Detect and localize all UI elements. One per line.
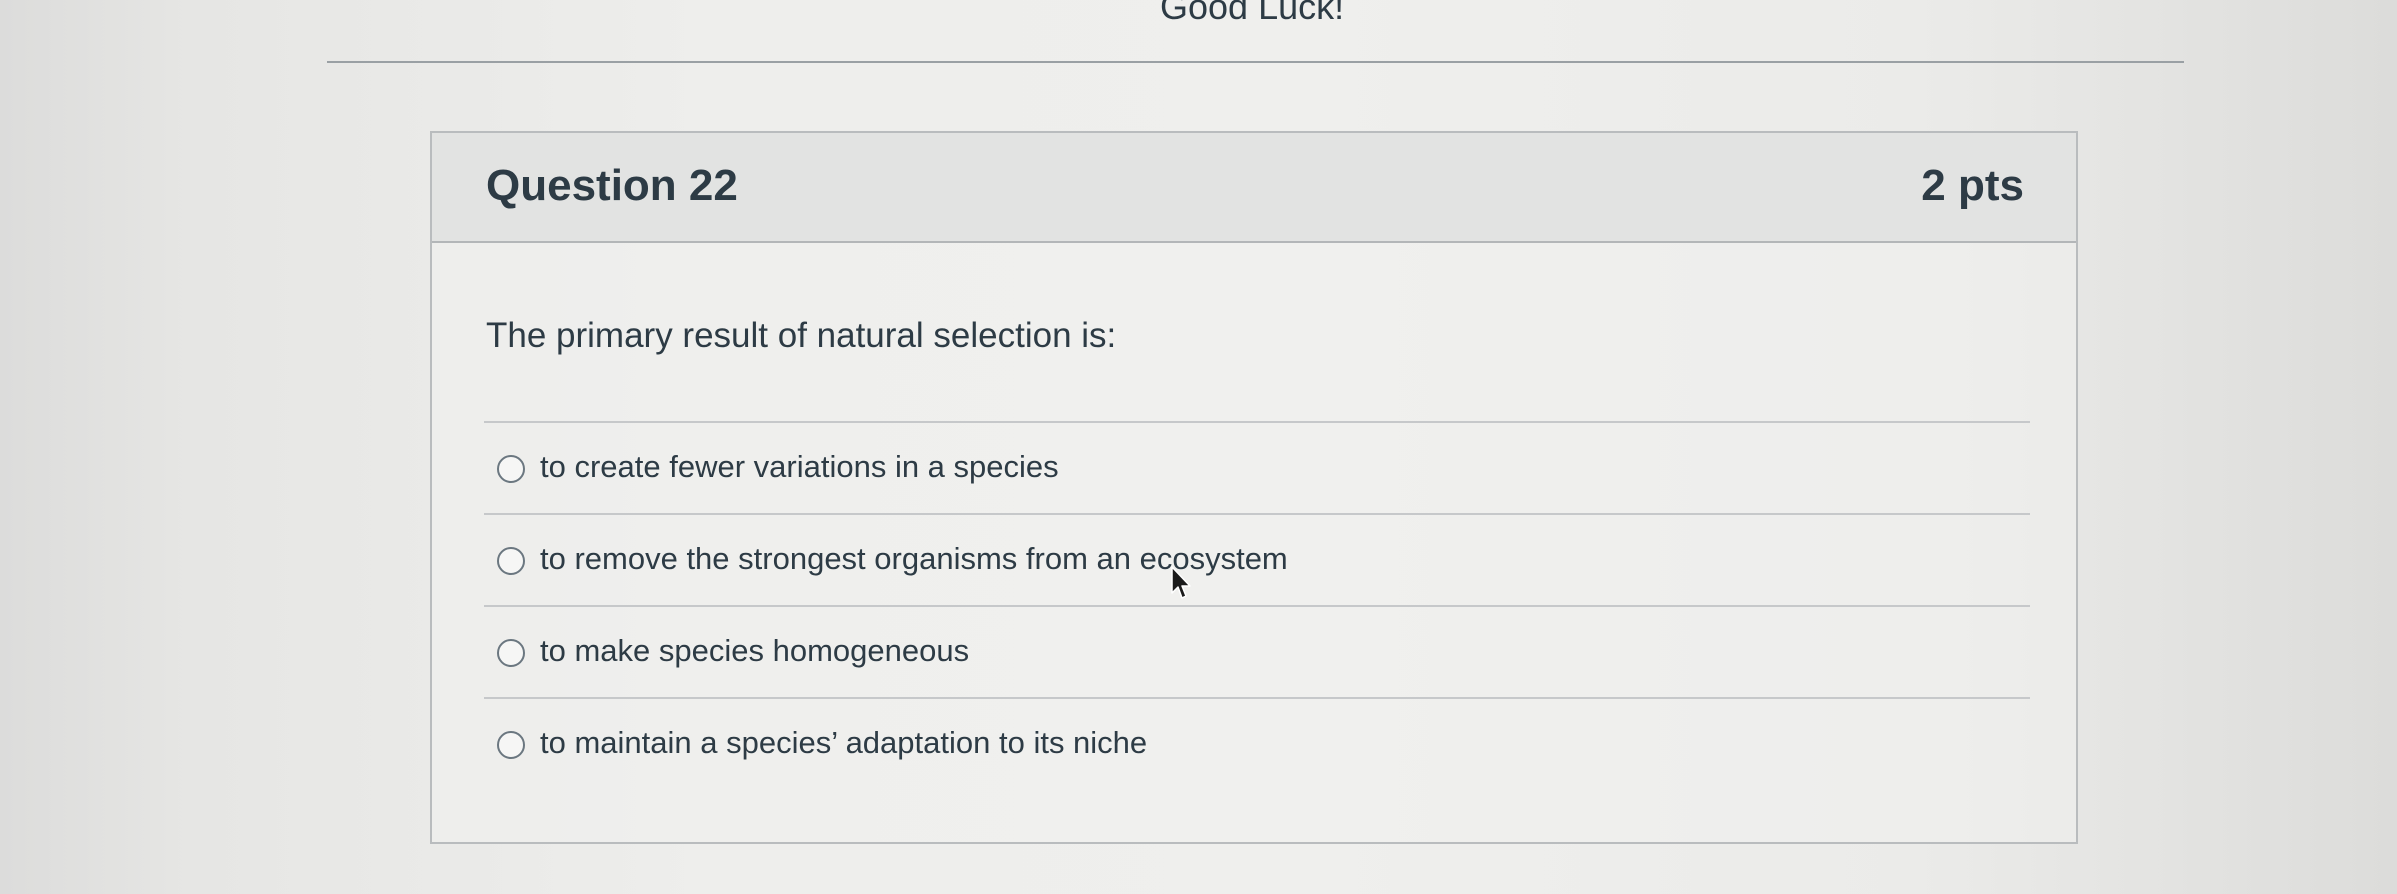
question-header: Question 22 2 pts [432, 133, 2076, 243]
question-title: Question 22 [486, 161, 738, 210]
answer-option-1[interactable]: to create fewer variations in a species [484, 421, 2030, 513]
radio-button-4[interactable] [497, 731, 525, 759]
radio-button-1[interactable] [497, 455, 525, 483]
answer-label-4[interactable]: to maintain a species’ adaptation to its… [540, 725, 1147, 761]
answer-list: to create fewer variations in a species … [484, 421, 2030, 789]
question-points: 2 pts [1921, 161, 2024, 210]
answer-option-3[interactable]: to make species homogeneous [484, 605, 2030, 697]
intro-text: Good Luck! [1160, 0, 1345, 27]
question-card: Question 22 2 pts The primary result of … [430, 131, 2078, 844]
mouse-pointer-icon [1171, 566, 1191, 599]
answer-label-3[interactable]: to make species homogeneous [540, 633, 969, 669]
answer-option-2[interactable]: to remove the strongest organisms from a… [484, 513, 2030, 605]
top-divider [327, 61, 2184, 63]
radio-button-3[interactable] [497, 639, 525, 667]
answer-label-1[interactable]: to create fewer variations in a species [540, 449, 1059, 485]
radio-button-2[interactable] [497, 547, 525, 575]
question-text: The primary result of natural selection … [486, 316, 1117, 355]
answer-option-4[interactable]: to maintain a species’ adaptation to its… [484, 697, 2030, 789]
